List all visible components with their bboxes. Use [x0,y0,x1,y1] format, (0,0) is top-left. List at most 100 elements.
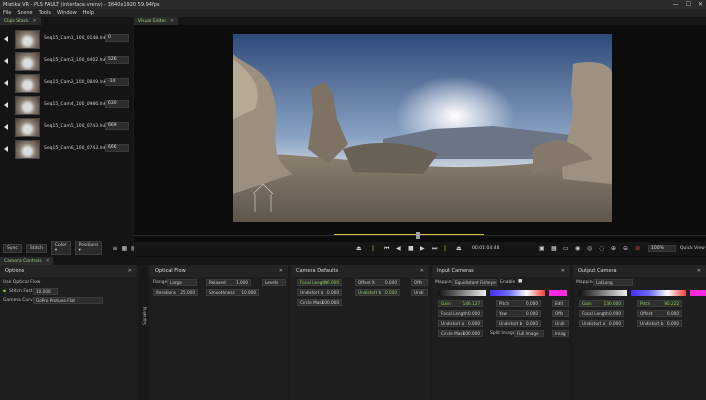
grid-view-icon[interactable]: ▦ [121,245,127,252]
close-window-button[interactable]: ✕ [698,1,703,8]
clip-row[interactable]: Seq15_Cam4_100_0986.lnk 630 [0,95,133,116]
stitched-panorama-viewport[interactable] [233,34,612,222]
undistort-b-field[interactable]: Undistort b 0.000 [496,320,541,327]
menu-window[interactable]: Window [57,10,77,16]
playhead[interactable] [416,232,420,239]
color-dropdown[interactable]: Color ▾ [50,241,71,255]
clip-offset-field[interactable]: 669 [105,122,129,130]
pitch-field[interactable]: Pitch 90.222 [637,300,682,307]
zoom-level-dropdown[interactable]: 100% [648,245,676,252]
gain-field[interactable]: Gain 146.127 [438,300,483,307]
minimize-button[interactable]: — [673,1,679,8]
grid-icon[interactable]: ▦ [551,245,557,252]
zoom-out-icon[interactable]: ⊖ [623,245,628,252]
play-icon[interactable] [4,58,8,64]
close-icon[interactable]: ✕ [170,19,174,24]
stitch-icon[interactable]: ⏏ [356,245,362,252]
menu-tools[interactable]: Tools [39,10,51,16]
color-swatch[interactable] [549,290,567,296]
yaw-field[interactable]: Yaw 0.000 [496,310,541,317]
close-panel-icon[interactable]: ✕ [420,265,424,277]
range-dropdown[interactable]: Large [167,279,197,286]
timeline-scrubber[interactable] [134,230,706,242]
gain-field[interactable]: Gain 130.000 [579,300,624,307]
frame-icon[interactable]: ▣ [539,245,545,252]
iterations-field[interactable]: Iterations 25.000 [153,289,198,296]
menu-scene[interactable]: Scene [17,10,32,16]
mapping-dropdown[interactable]: Equidistant Fisheye [452,279,497,286]
focal-length-field[interactable]: Focal Length 0.000 [579,310,624,317]
clip-row[interactable]: Seq15_Cam5_100_0743.lnk 669 [0,117,133,138]
stitch-value-field[interactable]: 10.000 [33,288,58,295]
undistort-b-field[interactable]: Undistort b 0.000 [355,289,400,296]
edit-field[interactable]: Edit [552,300,569,307]
imag-field[interactable]: Imag [552,330,569,337]
play-icon[interactable] [4,36,8,42]
info-icon[interactable]: ◌ [599,245,604,252]
undistort-a-field[interactable]: Undistort a 0.000 [579,320,624,327]
menu-help[interactable]: Help [83,10,94,16]
tab-visual-editor[interactable]: Visual Editor ✕ [134,17,178,25]
play-icon[interactable]: ▶ [420,245,425,252]
color-swatch[interactable] [690,290,706,296]
clip-offset-field[interactable]: 526 [105,56,129,64]
go-end-icon[interactable]: ⏭ [432,245,437,253]
levels-field[interactable]: Levels [262,279,286,286]
close-panel-icon[interactable]: ✕ [128,265,132,277]
step-back-icon[interactable]: ◀ [396,245,401,252]
tab-camera-controls[interactable]: Camera Controls ✕ [0,257,54,265]
list-view-icon[interactable]: ≡ [112,245,117,252]
gain-gradient-bar[interactable] [438,290,486,296]
circle-mask-field[interactable]: Circle Mask 100.000 [438,330,483,337]
maximize-button[interactable]: ☐ [686,1,691,8]
mark-out-icon[interactable]: | [444,245,446,252]
undi-field[interactable]: Undi [552,320,569,327]
play-icon[interactable] [4,146,8,152]
close-panel-icon[interactable]: ✕ [697,265,701,277]
clip-offset-field[interactable]: 630 [105,100,129,108]
mapping-dropdown[interactable]: LatLong [593,279,633,286]
camera-icon[interactable]: ◉ [575,245,580,252]
zoom-fit-icon[interactable]: ⊘ [635,245,640,252]
tab-clips-stack[interactable]: Clips Stack ✕ [0,17,41,25]
clip-row[interactable]: Seq15_Cam6_100_0743.lnk 666 [0,139,133,160]
offset-x-field[interactable]: Offset X 0.000 [355,279,400,286]
close-icon[interactable]: ✕ [33,19,37,24]
split-image-dropdown[interactable]: Full Image [514,330,544,337]
pitch-field[interactable]: Pitch 0.000 [496,300,541,307]
clip-offset-field[interactable]: 666 [105,144,129,152]
mark-in-icon[interactable]: | [372,245,374,252]
clip-row[interactable]: Seq15_Cam3_100_0402.lnk 526 [0,51,133,72]
menu-file[interactable]: File [3,10,11,16]
clip-row[interactable]: Seq15_Cam1_100_0148.lnk 0 [0,29,133,50]
close-icon[interactable]: ✕ [46,259,50,264]
zoom-in-icon[interactable]: ⊕ [611,245,616,252]
quick-view-label[interactable]: Quick View [680,246,705,251]
undi-field[interactable]: Undi [411,289,428,296]
gain-gradient-bar[interactable] [579,290,627,296]
stitch-checkbox-icon[interactable]: ▪ [3,289,6,294]
hue-gradient-bar[interactable] [631,290,686,296]
close-panel-icon[interactable]: ✕ [561,265,565,277]
gamma-curve-dropdown[interactable]: GoPro Protune Flat [33,297,103,304]
undistort-a-field[interactable]: Undistort a 0.000 [297,289,342,296]
target-icon[interactable]: ◎ [587,245,592,252]
clip-offset-field[interactable]: 0 [105,34,129,42]
undistort-b-field[interactable]: Undistort b 0.000 [637,320,682,327]
sync-button[interactable]: Sync [3,243,22,253]
offset-field[interactable]: Offset 0.000 [637,310,682,317]
play-icon[interactable] [4,102,8,108]
positions-dropdown[interactable]: Positions ▾ [74,241,103,255]
stop-icon[interactable]: ■ [408,245,414,252]
clip-offset-field[interactable]: -14 [105,78,129,86]
relaxed-field[interactable]: Relaxed 1.000 [206,279,251,286]
offs-field[interactable]: Offs [411,279,428,286]
focal-length-field[interactable]: Focal Length 0.000 [438,310,483,317]
display-icon[interactable]: ▭ [563,245,569,252]
stitch-button[interactable]: Stitch [25,243,47,253]
play-icon[interactable] [4,124,8,130]
undistort-a-field[interactable]: Undistort a 0.000 [438,320,483,327]
clip-row[interactable]: Seq15_Cam2_100_0849.lnk -14 [0,73,133,94]
go-start-icon[interactable]: ⏮ [384,245,389,253]
close-panel-icon[interactable]: ✕ [279,265,283,277]
